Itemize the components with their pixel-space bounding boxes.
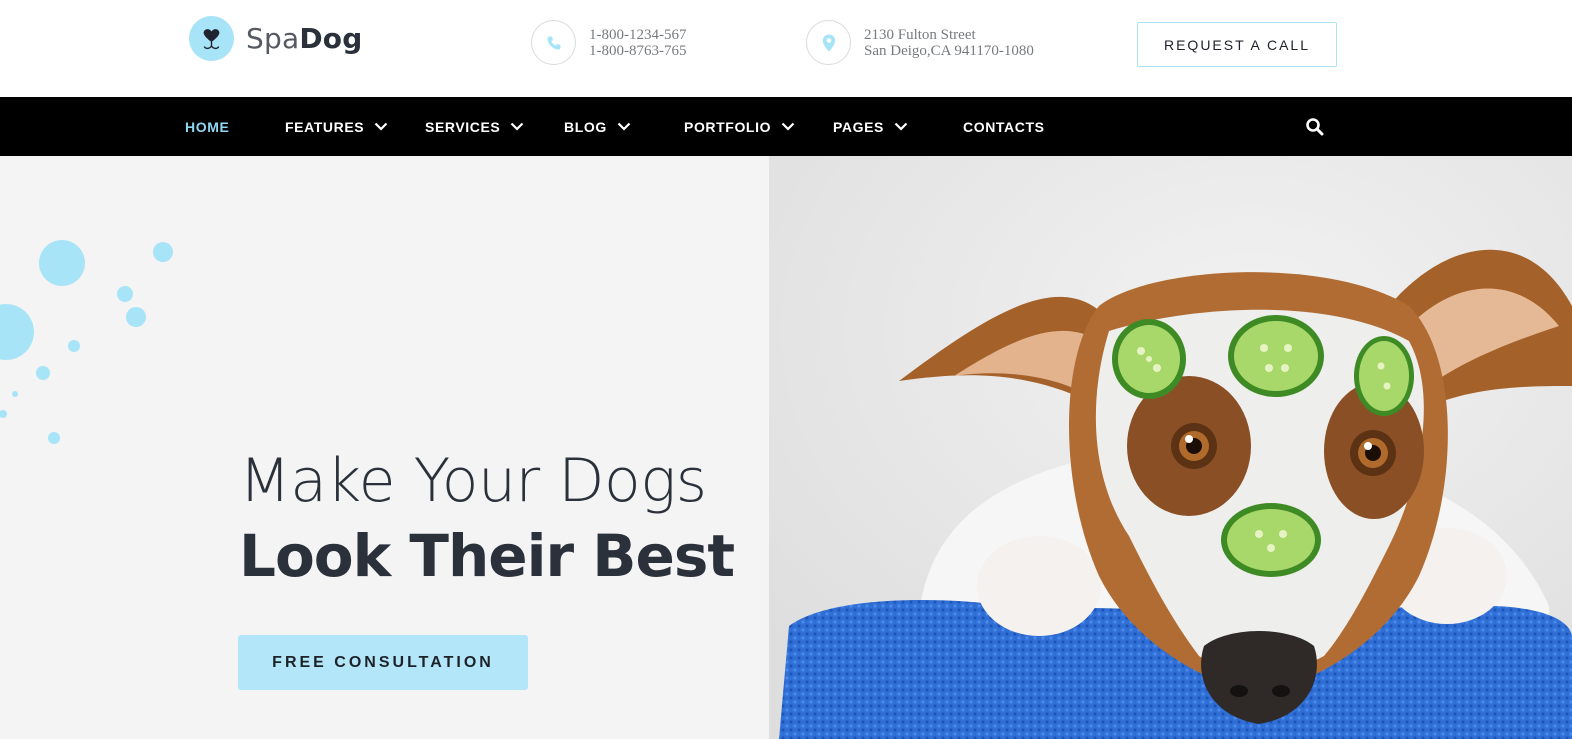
hero-heading-line-2: Look Their Best bbox=[239, 522, 735, 590]
phone-icon bbox=[531, 20, 576, 65]
free-consultation-button[interactable]: FREE CONSULTATION bbox=[238, 635, 528, 690]
phone-contact: 1-800-1234-567 1-800-8763-765 bbox=[531, 20, 687, 65]
nav-item-label: BLOG bbox=[564, 118, 607, 135]
nav-item-label: PAGES bbox=[833, 118, 884, 135]
nav-item-label: SERVICES bbox=[425, 118, 501, 135]
phone-number-2[interactable]: 1-800-8763-765 bbox=[589, 43, 687, 59]
nav-item-services[interactable]: SERVICES bbox=[425, 97, 524, 156]
logo[interactable]: SpaDog bbox=[189, 16, 362, 61]
address-lines: 2130 Fulton Street San Deigo,CA 941170-1… bbox=[864, 27, 1034, 59]
hero-dog-image bbox=[769, 156, 1572, 739]
logo-text-light: Spa bbox=[246, 22, 300, 55]
address-street: 2130 Fulton Street bbox=[864, 26, 976, 43]
nav-item-label: FEATURES bbox=[285, 118, 365, 135]
phone-number-1[interactable]: 1-800-1234-567 bbox=[589, 27, 687, 43]
chevron-down-icon bbox=[781, 122, 795, 131]
hero-heading-line-1: Make Your Dogs bbox=[239, 446, 707, 516]
address-city: San Deigo,CA 941170-1080 bbox=[864, 42, 1034, 59]
dog-spa-illustration bbox=[769, 156, 1572, 739]
search-icon[interactable] bbox=[1305, 117, 1325, 137]
dog-heart-logo-icon bbox=[189, 16, 234, 61]
chevron-down-icon bbox=[510, 122, 524, 131]
logo-text-bold: Dog bbox=[299, 22, 363, 55]
nav-item-label: CONTACTS bbox=[963, 118, 1045, 135]
logo-wordmark: SpaDog bbox=[246, 22, 362, 55]
hero-text-panel: Make Your Dogs Look Their Best FREE CONS… bbox=[0, 156, 769, 739]
nav-item-portfolio[interactable]: PORTFOLIO bbox=[684, 97, 795, 156]
address-contact: 2130 Fulton Street San Deigo,CA 941170-1… bbox=[806, 20, 1034, 65]
main-navigation: HOME FEATURES SERVICES BLOG PORTFOLIO PA… bbox=[0, 97, 1572, 156]
site-header: SpaDog 1-800-1234-567 1-800-8763-765 213… bbox=[0, 0, 1572, 97]
nav-item-label: PORTFOLIO bbox=[684, 118, 772, 135]
nav-item-label: HOME bbox=[185, 118, 230, 135]
nav-item-home[interactable]: HOME bbox=[185, 97, 229, 156]
paint-splash-decoration bbox=[0, 240, 173, 444]
map-pin-icon bbox=[806, 20, 851, 65]
nav-item-pages[interactable]: PAGES bbox=[833, 97, 908, 156]
chevron-down-icon bbox=[374, 122, 388, 131]
nav-item-contacts[interactable]: CONTACTS bbox=[963, 97, 1045, 156]
request-call-button[interactable]: REQUEST A CALL bbox=[1137, 22, 1337, 67]
nav-item-blog[interactable]: BLOG bbox=[564, 97, 631, 156]
phone-numbers: 1-800-1234-567 1-800-8763-765 bbox=[589, 27, 687, 59]
chevron-down-icon bbox=[894, 122, 908, 131]
nav-item-features[interactable]: FEATURES bbox=[285, 97, 388, 156]
chevron-down-icon bbox=[617, 122, 631, 131]
